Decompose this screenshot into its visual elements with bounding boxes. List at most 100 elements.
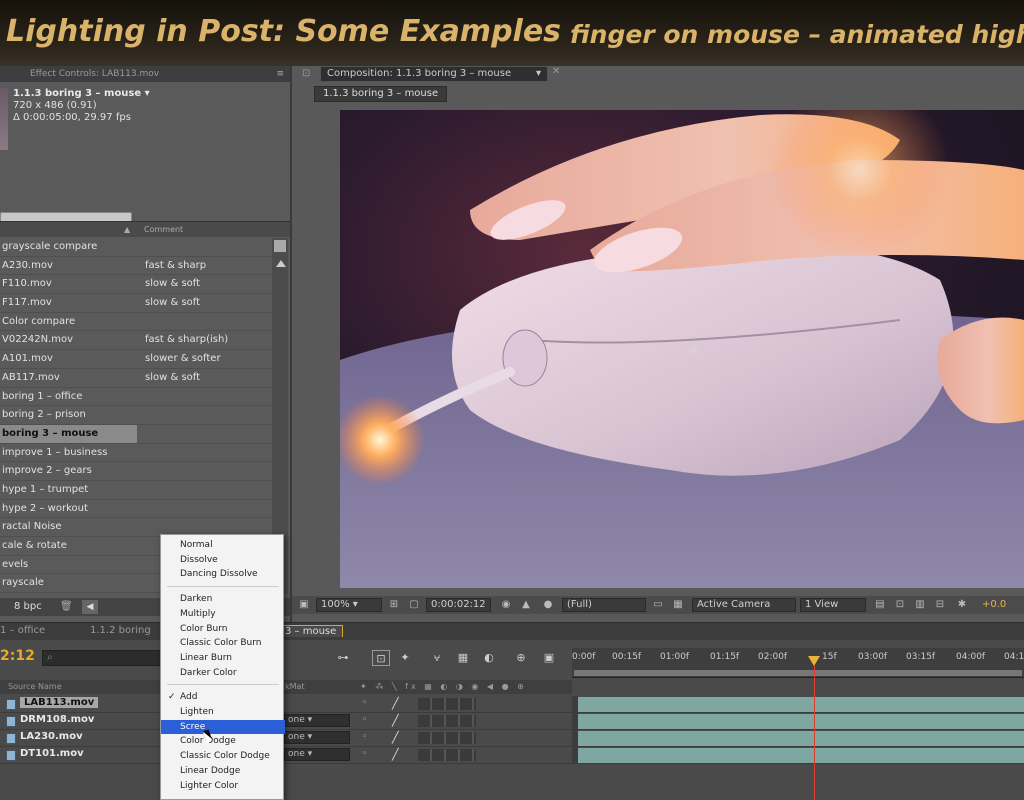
- work-area-bar[interactable]: [574, 670, 1022, 676]
- project-row[interactable]: grayscale compare: [0, 238, 272, 257]
- layer-switches[interactable]: [418, 715, 476, 727]
- comment-column-header[interactable]: Comment: [144, 222, 183, 238]
- exposure-icon[interactable]: ✱: [956, 599, 968, 611]
- blend-mode-item[interactable]: Lighten: [161, 705, 285, 720]
- effect-controls-tab[interactable]: Effect Controls: LAB113.mov ≡: [0, 66, 290, 82]
- current-time-indicator-head[interactable]: [808, 656, 820, 666]
- project-row[interactable]: improve 1 – business: [0, 444, 272, 463]
- blend-mode-item[interactable]: Linear Dodge: [161, 764, 285, 779]
- layer-name[interactable]: LAB113.mov: [20, 697, 99, 708]
- layer-duration-bar[interactable]: [578, 731, 1024, 746]
- show-snapshot-icon[interactable]: ▲: [520, 599, 532, 611]
- close-icon[interactable]: ✕: [552, 66, 560, 77]
- compositing-icon[interactable]: ⊶: [334, 650, 352, 666]
- trash-icon[interactable]: 🗑: [60, 598, 73, 616]
- blend-mode-item[interactable]: Normal: [161, 538, 285, 553]
- chevron-down-icon[interactable]: ▾: [536, 67, 541, 81]
- blend-mode-item[interactable]: Color Burn: [161, 622, 285, 637]
- blend-mode-item[interactable]: Linear Burn: [161, 651, 285, 666]
- blend-mode-item[interactable]: Dissolve: [161, 553, 285, 568]
- timecode-display[interactable]: 0:00:02:12: [426, 598, 491, 612]
- timeline-tab-mouse[interactable]: 3 – mouse: [278, 625, 344, 637]
- layer-duration-bar[interactable]: [578, 748, 1024, 763]
- item-name[interactable]: 1.1.3 boring 3 – mouse ▾: [13, 88, 150, 99]
- layer-switches[interactable]: [418, 732, 476, 744]
- quality-icon[interactable]: ╱: [392, 731, 399, 744]
- transparency-grid-icon[interactable]: ▦: [672, 599, 684, 611]
- hide-shy-icon[interactable]: ⩝: [428, 650, 446, 666]
- timeline-timecode[interactable]: 2:12: [0, 648, 35, 664]
- solo-icon[interactable]: ◦: [362, 698, 367, 708]
- solo-icon[interactable]: ◦: [362, 749, 367, 759]
- scroll-up-icon[interactable]: [276, 260, 286, 267]
- timeline-icon[interactable]: ▥: [914, 599, 926, 611]
- project-row[interactable]: A101.mov slower & softer: [0, 350, 272, 369]
- flowchart-icon[interactable]: [274, 240, 286, 252]
- layer-row[interactable]: LA230.mov one ▾ ◦ ╱: [0, 730, 1024, 747]
- layer-row[interactable]: DT101.mov one ▾ ◦ ╱: [0, 747, 1024, 764]
- layer-duration-bar[interactable]: [578, 697, 1024, 712]
- sort-arrow-icon[interactable]: ▲: [124, 222, 130, 238]
- layer-switches[interactable]: [418, 698, 476, 710]
- project-row[interactable]: V02242N.mov fast & sharp(ish): [0, 331, 272, 351]
- track-matte-select[interactable]: one ▾: [284, 731, 350, 744]
- track-matte-select[interactable]: one ▾: [284, 714, 350, 727]
- blend-mode-item[interactable]: Classic Color Burn: [161, 636, 285, 651]
- snapshot-icon[interactable]: ◉: [500, 599, 512, 611]
- layer-duration-bar[interactable]: [578, 714, 1024, 729]
- layer-row[interactable]: DRM108.mov one ▾ ◦ ╱: [0, 713, 1024, 730]
- project-row[interactable]: F117.mov slow & soft: [0, 294, 272, 313]
- project-row[interactable]: boring 2 – prison: [0, 406, 272, 425]
- blend-mode-item[interactable]: Darker Color: [161, 666, 285, 681]
- composition-tab[interactable]: Composition: 1.1.3 boring 3 – mouse ▾: [320, 66, 548, 82]
- layer-row[interactable]: LAB113.mov ◦ ╱: [0, 696, 1024, 713]
- parent-header[interactable]: kMat: [285, 680, 305, 694]
- layer-name[interactable]: DT101.mov: [20, 748, 84, 759]
- blend-mode-item[interactable]: Lighter Color: [161, 779, 285, 794]
- draft-3d-icon[interactable]: ✦: [396, 650, 414, 666]
- frame-blending-icon[interactable]: ▦: [454, 650, 472, 666]
- time-ruler[interactable]: 0:00f 00:15f 01:00f 01:15f 02:00f 15f 03:00f 03…: [572, 648, 1024, 678]
- resolution-select[interactable]: (Full): [562, 598, 646, 612]
- fast-previews-icon[interactable]: ⊡: [894, 599, 906, 611]
- channel-icon[interactable]: ●: [542, 599, 554, 611]
- timeline-tab-office[interactable]: 1 – office: [0, 625, 45, 636]
- graph-editor-icon[interactable]: ▣: [540, 650, 558, 666]
- quality-icon[interactable]: ╱: [392, 748, 399, 761]
- solo-icon[interactable]: ◦: [362, 732, 367, 742]
- view-layout-select[interactable]: 1 View: [800, 598, 866, 612]
- region-of-interest-icon[interactable]: ▭: [652, 599, 664, 611]
- blend-mode-item[interactable]: Dancing Dissolve: [161, 567, 285, 582]
- project-row[interactable]: Color compare: [0, 313, 272, 332]
- lock-icon[interactable]: ⊡: [302, 68, 314, 80]
- zoom-select[interactable]: 100% ▾: [316, 598, 382, 612]
- timeline-tab-prison[interactable]: 1.1.2 boring: [90, 625, 151, 636]
- project-row[interactable]: improve 2 – gears: [0, 462, 272, 481]
- panel-menu-icon[interactable]: ≡: [276, 66, 284, 82]
- bit-depth-button[interactable]: 8 bpc: [14, 598, 42, 616]
- composition-breadcrumb[interactable]: 1.1.3 boring 3 – mouse: [314, 86, 448, 102]
- exposure-value[interactable]: +0.0: [982, 596, 1006, 614]
- quality-icon[interactable]: ╱: [392, 714, 399, 727]
- quality-icon[interactable]: ╱: [392, 697, 399, 710]
- current-time-indicator[interactable]: [814, 656, 815, 800]
- safe-zones-icon[interactable]: ⊞: [388, 599, 400, 611]
- layer-name[interactable]: DRM108.mov: [20, 714, 94, 725]
- track-matte-select[interactable]: one ▾: [284, 748, 350, 761]
- blend-mode-item[interactable]: Add ✓: [161, 690, 285, 705]
- blend-mode-item[interactable]: Classic Color Dodge: [161, 749, 285, 764]
- project-row[interactable]: AB117.mov slow & soft: [0, 369, 272, 388]
- timeline-search-input[interactable]: ⌕: [42, 650, 162, 666]
- brainstorm-icon[interactable]: ⊕: [512, 650, 530, 666]
- comp-mini-flowchart-icon[interactable]: ⊡: [372, 650, 390, 666]
- pixel-aspect-icon[interactable]: ▤: [874, 599, 886, 611]
- project-row[interactable]: boring 1 – office: [0, 388, 272, 407]
- composition-viewer[interactable]: ✧: [340, 110, 1024, 588]
- mask-visibility-icon[interactable]: ▢: [408, 599, 420, 611]
- scroll-left-icon[interactable]: ◀: [82, 600, 98, 614]
- layer-name[interactable]: LA230.mov: [20, 731, 83, 742]
- always-preview-icon[interactable]: ▣: [298, 599, 310, 611]
- blend-mode-item[interactable]: Multiply: [161, 607, 285, 622]
- motion-blur-icon[interactable]: ◐: [480, 650, 498, 666]
- blend-mode-item[interactable]: Darken: [161, 592, 285, 607]
